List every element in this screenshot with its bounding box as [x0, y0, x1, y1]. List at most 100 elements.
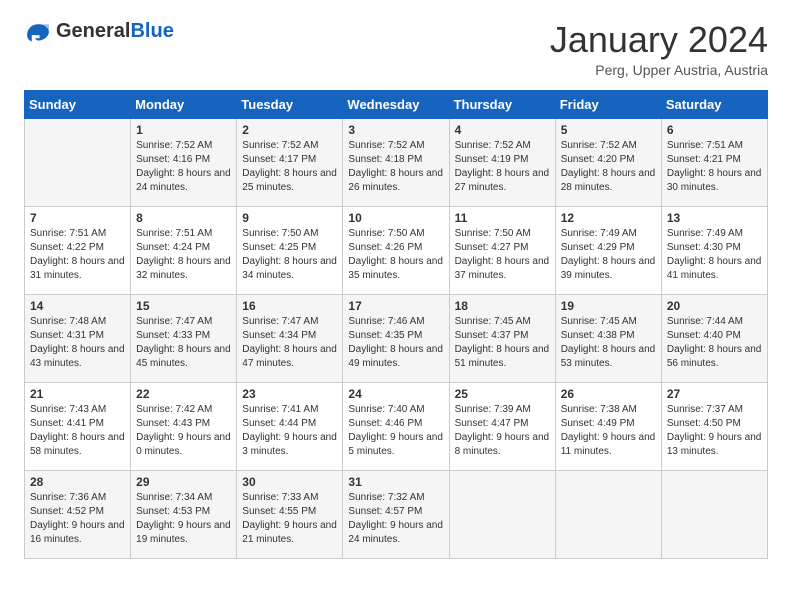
calendar-cell: 1 Sunrise: 7:52 AMSunset: 4:16 PMDaylight… — [131, 118, 237, 206]
day-number: 5 — [561, 123, 656, 137]
header-saturday: Saturday — [661, 90, 767, 118]
day-number: 26 — [561, 387, 656, 401]
day-info: Sunrise: 7:42 AMSunset: 4:43 PMDaylight:… — [136, 404, 231, 457]
calendar-week-4: 28 Sunrise: 7:36 AMSunset: 4:52 PMDayligh… — [25, 470, 768, 558]
day-info: Sunrise: 7:39 AMSunset: 4:47 PMDaylight:… — [455, 404, 550, 457]
calendar-cell: 16 Sunrise: 7:47 AMSunset: 4:34 PMDayligh… — [237, 294, 343, 382]
calendar-cell: 9Sunrise: 7:50 AMSunset: 4:25 PMDaylight… — [237, 206, 343, 294]
day-info: Sunrise: 7:52 AMSunset: 4:20 PMDaylight:… — [561, 140, 656, 193]
day-number: 10 — [348, 211, 443, 225]
day-info: Sunrise: 7:50 AMSunset: 4:27 PMDaylight:… — [455, 228, 550, 281]
day-info: Sunrise: 7:36 AMSunset: 4:52 PMDaylight:… — [30, 492, 125, 545]
calendar-table: SundayMondayTuesdayWednesdayThursdayFrid… — [24, 90, 768, 559]
day-info: Sunrise: 7:48 AMSunset: 4:31 PMDaylight:… — [30, 316, 125, 369]
day-number: 12 — [561, 211, 656, 225]
calendar-cell: 30 Sunrise: 7:33 AMSunset: 4:55 PMDayligh… — [237, 470, 343, 558]
day-number: 21 — [30, 387, 125, 401]
day-info: Sunrise: 7:50 AMSunset: 4:25 PMDaylight:… — [242, 228, 337, 281]
day-info: Sunrise: 7:51 AMSunset: 4:21 PMDaylight:… — [667, 140, 762, 193]
calendar-cell: 25 Sunrise: 7:39 AMSunset: 4:47 PMDayligh… — [449, 382, 555, 470]
day-number: 23 — [242, 387, 337, 401]
calendar-cell: 29 Sunrise: 7:34 AMSunset: 4:53 PMDayligh… — [131, 470, 237, 558]
calendar-cell: 5 Sunrise: 7:52 AMSunset: 4:20 PMDaylight… — [555, 118, 661, 206]
calendar-cell: 11 Sunrise: 7:50 AMSunset: 4:27 PMDayligh… — [449, 206, 555, 294]
logo-icon — [24, 21, 52, 43]
calendar-cell: 19 Sunrise: 7:45 AMSunset: 4:38 PMDayligh… — [555, 294, 661, 382]
logo-text: GeneralBlue — [56, 20, 174, 43]
header-tuesday: Tuesday — [237, 90, 343, 118]
calendar-cell — [555, 470, 661, 558]
calendar-cell: 3 Sunrise: 7:52 AMSunset: 4:18 PMDaylight… — [343, 118, 449, 206]
calendar-cell: 7 Sunrise: 7:51 AMSunset: 4:22 PMDaylight… — [25, 206, 131, 294]
logo-general: General — [56, 20, 130, 42]
day-info: Sunrise: 7:47 AMSunset: 4:33 PMDaylight:… — [136, 316, 231, 369]
day-info: Sunrise: 7:52 AMSunset: 4:19 PMDaylight:… — [455, 140, 550, 193]
calendar-cell: 10 Sunrise: 7:50 AMSunset: 4:26 PMDayligh… — [343, 206, 449, 294]
header-monday: Monday — [131, 90, 237, 118]
day-number: 24 — [348, 387, 443, 401]
day-number: 22 — [136, 387, 231, 401]
day-number: 6 — [667, 123, 762, 137]
day-info: Sunrise: 7:50 AMSunset: 4:26 PMDaylight:… — [348, 228, 443, 281]
header-row: SundayMondayTuesdayWednesdayThursdayFrid… — [25, 90, 768, 118]
header-wednesday: Wednesday — [343, 90, 449, 118]
calendar-cell: 14 Sunrise: 7:48 AMSunset: 4:31 PMDayligh… — [25, 294, 131, 382]
calendar-cell: 23Sunrise: 7:41 AMSunset: 4:44 PMDayligh… — [237, 382, 343, 470]
calendar-cell: 21 Sunrise: 7:43 AMSunset: 4:41 PMDayligh… — [25, 382, 131, 470]
day-info: Sunrise: 7:45 AMSunset: 4:38 PMDaylight:… — [561, 316, 656, 369]
calendar-header: SundayMondayTuesdayWednesdayThursdayFrid… — [25, 90, 768, 118]
day-number: 14 — [30, 299, 125, 313]
calendar-cell — [25, 118, 131, 206]
day-number: 2 — [242, 123, 337, 137]
day-number: 17 — [348, 299, 443, 313]
calendar-cell — [449, 470, 555, 558]
day-info: Sunrise: 7:51 AMSunset: 4:24 PMDaylight:… — [136, 228, 231, 281]
day-info: Sunrise: 7:34 AMSunset: 4:53 PMDaylight:… — [136, 492, 231, 545]
day-number: 3 — [348, 123, 443, 137]
day-number: 1 — [136, 123, 231, 137]
day-info: Sunrise: 7:40 AMSunset: 4:46 PMDaylight:… — [348, 404, 443, 457]
calendar-cell: 26 Sunrise: 7:38 AMSunset: 4:49 PMDayligh… — [555, 382, 661, 470]
day-info: Sunrise: 7:43 AMSunset: 4:41 PMDaylight:… — [30, 404, 125, 457]
day-info: Sunrise: 7:52 AMSunset: 4:17 PMDaylight:… — [242, 140, 337, 193]
calendar-week-2: 14 Sunrise: 7:48 AMSunset: 4:31 PMDayligh… — [25, 294, 768, 382]
calendar-cell: 8 Sunrise: 7:51 AMSunset: 4:24 PMDaylight… — [131, 206, 237, 294]
day-number: 8 — [136, 211, 231, 225]
day-info: Sunrise: 7:47 AMSunset: 4:34 PMDaylight:… — [242, 316, 337, 369]
calendar-week-1: 7 Sunrise: 7:51 AMSunset: 4:22 PMDaylight… — [25, 206, 768, 294]
day-info: Sunrise: 7:49 AMSunset: 4:29 PMDaylight:… — [561, 228, 656, 281]
day-number: 28 — [30, 475, 125, 489]
day-info: Sunrise: 7:38 AMSunset: 4:49 PMDaylight:… — [561, 404, 656, 457]
day-number: 19 — [561, 299, 656, 313]
day-info: Sunrise: 7:52 AMSunset: 4:18 PMDaylight:… — [348, 140, 443, 193]
day-number: 13 — [667, 211, 762, 225]
calendar-cell: 28 Sunrise: 7:36 AMSunset: 4:52 PMDayligh… — [25, 470, 131, 558]
logo: GeneralBlue — [24, 20, 174, 43]
header-friday: Friday — [555, 90, 661, 118]
day-number: 11 — [455, 211, 550, 225]
day-info: Sunrise: 7:33 AMSunset: 4:55 PMDaylight:… — [242, 492, 337, 545]
calendar-cell: 17 Sunrise: 7:46 AMSunset: 4:35 PMDayligh… — [343, 294, 449, 382]
day-info: Sunrise: 7:52 AMSunset: 4:16 PMDaylight:… — [136, 140, 231, 193]
calendar-cell: 15Sunrise: 7:47 AMSunset: 4:33 PMDayligh… — [131, 294, 237, 382]
day-number: 30 — [242, 475, 337, 489]
logo-blue: Blue — [130, 20, 173, 42]
day-number: 25 — [455, 387, 550, 401]
day-number: 4 — [455, 123, 550, 137]
day-info: Sunrise: 7:51 AMSunset: 4:22 PMDaylight:… — [30, 228, 125, 281]
header-thursday: Thursday — [449, 90, 555, 118]
calendar-body: 1 Sunrise: 7:52 AMSunset: 4:16 PMDaylight… — [25, 118, 768, 558]
calendar-cell: 12 Sunrise: 7:49 AMSunset: 4:29 PMDayligh… — [555, 206, 661, 294]
day-number: 18 — [455, 299, 550, 313]
day-info: Sunrise: 7:44 AMSunset: 4:40 PMDaylight:… — [667, 316, 762, 369]
day-number: 31 — [348, 475, 443, 489]
calendar-cell: 24 Sunrise: 7:40 AMSunset: 4:46 PMDayligh… — [343, 382, 449, 470]
day-number: 29 — [136, 475, 231, 489]
page-header: GeneralBlue January 2024 Perg, Upper Aus… — [24, 20, 768, 78]
calendar-cell: 6 Sunrise: 7:51 AMSunset: 4:21 PMDaylight… — [661, 118, 767, 206]
day-number: 7 — [30, 211, 125, 225]
day-number: 16 — [242, 299, 337, 313]
day-number: 20 — [667, 299, 762, 313]
day-info: Sunrise: 7:46 AMSunset: 4:35 PMDaylight:… — [348, 316, 443, 369]
month-title: January 2024 — [550, 20, 768, 60]
